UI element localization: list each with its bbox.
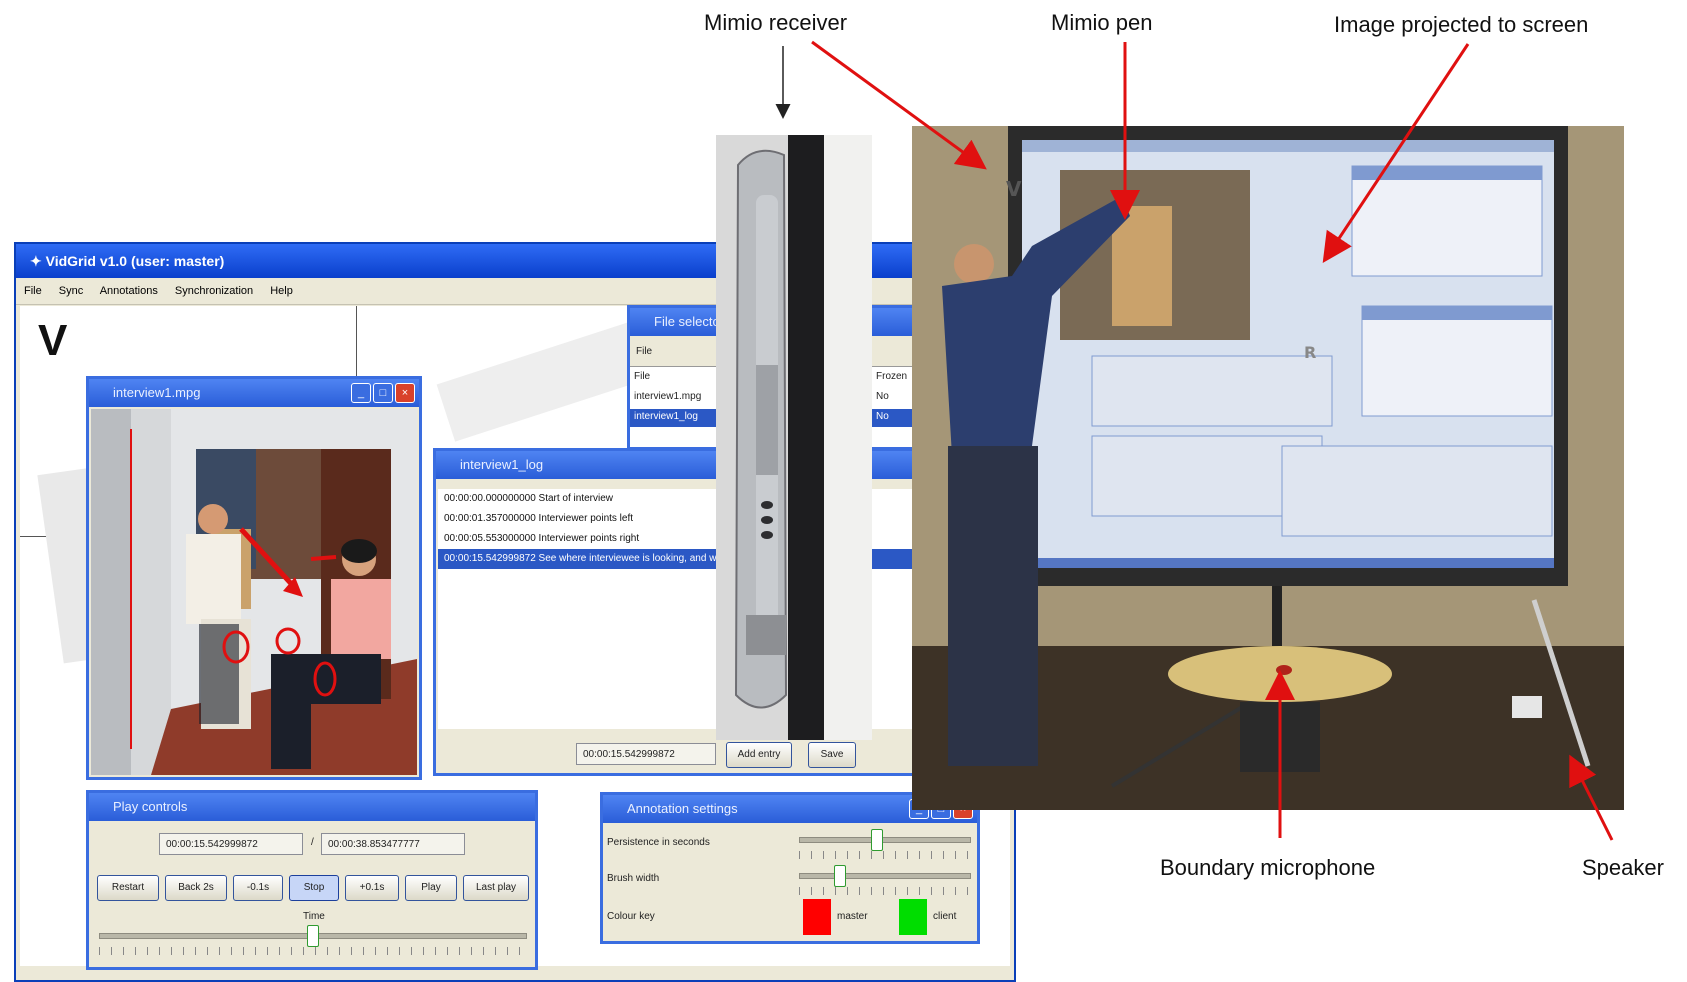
arrow-image-projected bbox=[1322, 43, 1470, 263]
callout-arrows bbox=[775, 40, 1614, 841]
arrow-speaker bbox=[1569, 754, 1614, 841]
arrow-mimio-receiver bbox=[811, 40, 987, 170]
